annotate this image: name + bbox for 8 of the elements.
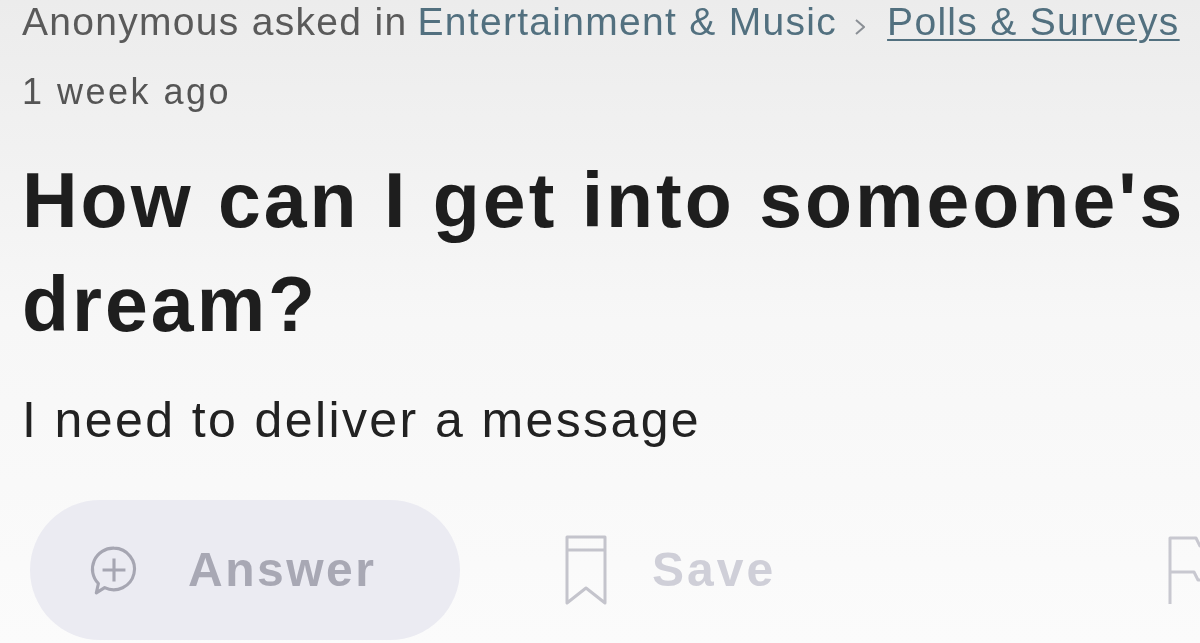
author-text: Anonymous asked in [22,0,408,44]
post-time: 1 week ago [22,70,232,114]
chevron-right-icon [855,19,866,35]
bookmark-icon [564,534,608,606]
question-details: I need to deliver a message [22,392,702,448]
subcategory-link[interactable]: Polls & Surveys [887,0,1180,44]
category-link[interactable]: Entertainment & Music [417,0,838,44]
question-title: How can I get into someone's dream? [22,156,1187,349]
